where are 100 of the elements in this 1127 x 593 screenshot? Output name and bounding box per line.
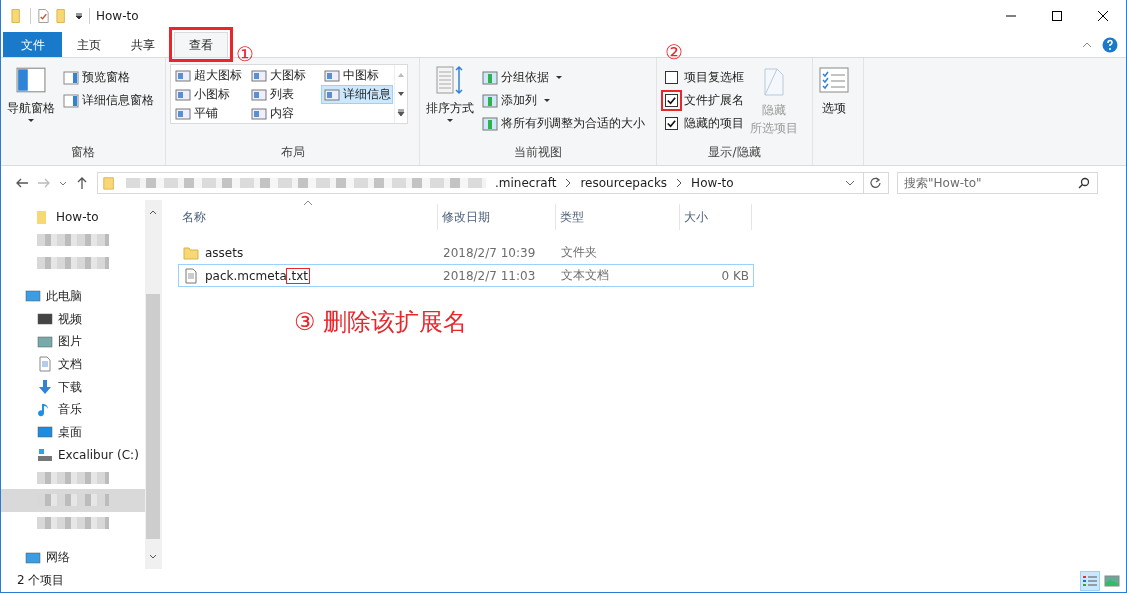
search-field[interactable]: 搜索"How-to" bbox=[897, 172, 1098, 194]
scrollbar-thumb[interactable] bbox=[146, 294, 160, 539]
scroll-down-icon[interactable] bbox=[397, 90, 405, 98]
annotation-text: ③ 删除该扩展名 bbox=[294, 307, 468, 338]
breadcrumb[interactable]: How-to bbox=[691, 176, 734, 190]
layout-option[interactable]: 详细信息 bbox=[321, 85, 393, 104]
network-icon bbox=[25, 549, 41, 566]
document-icon bbox=[183, 267, 199, 284]
ribbon-tab[interactable]: 共享 bbox=[116, 32, 170, 57]
file-row[interactable]: assets 2018/2/7 10:39 文件夹 bbox=[178, 241, 754, 264]
options-button[interactable]: 选项 bbox=[817, 63, 851, 165]
details-icon bbox=[1082, 573, 1098, 588]
columns-icon bbox=[482, 70, 498, 85]
folder-icon bbox=[183, 244, 199, 261]
customize-icon[interactable] bbox=[75, 12, 83, 20]
pane-icon bbox=[63, 70, 79, 85]
navigation-pane-icon bbox=[16, 65, 46, 95]
document-icon bbox=[37, 356, 53, 373]
file-row[interactable]: pack.mcmeta.txt 2018/2/7 11:03 文本文档 0 KB bbox=[178, 264, 754, 287]
date-cell-text: 2018/2/7 11:03 bbox=[442, 268, 537, 283]
window-title: How-to bbox=[96, 9, 139, 23]
sort-by-button[interactable]: 排序方式 bbox=[424, 63, 476, 144]
checkbox-label: 项目复选框 bbox=[684, 69, 744, 86]
navigation-pane-button[interactable]: 导航窗格 bbox=[5, 63, 57, 144]
nav-item[interactable]: 下载 bbox=[1, 375, 145, 399]
layout-option[interactable]: 超大图标 bbox=[172, 66, 248, 85]
nav-item[interactable]: 音乐 bbox=[1, 398, 145, 422]
view-button[interactable]: 分组依据 bbox=[480, 67, 647, 88]
layout-option[interactable]: 平铺 bbox=[172, 104, 248, 123]
layout-icon bbox=[324, 87, 340, 102]
view-button[interactable]: 将所有列调整为合适的大小 bbox=[480, 113, 647, 134]
up-icon[interactable] bbox=[75, 176, 89, 190]
search-icon bbox=[1078, 177, 1090, 189]
layout-option[interactable]: 中图标 bbox=[321, 66, 393, 85]
sort-icon bbox=[435, 65, 465, 95]
chevron-icon[interactable] bbox=[565, 178, 572, 188]
expand-gallery-icon[interactable] bbox=[397, 109, 405, 118]
size-cell-text: 0 KB bbox=[720, 268, 750, 283]
checkbox-label: 隐藏的项目 bbox=[684, 115, 744, 132]
breadcrumb[interactable]: resourcepacks bbox=[580, 176, 668, 190]
help-icon[interactable] bbox=[1102, 36, 1118, 53]
item-count: 2 个项目 bbox=[17, 572, 65, 589]
layout-icon bbox=[251, 106, 267, 121]
caret-icon bbox=[543, 98, 551, 103]
nav-item[interactable]: 此电脑 bbox=[1, 285, 145, 308]
layout-option[interactable]: 大图标 bbox=[248, 66, 321, 85]
checkbox[interactable] bbox=[665, 71, 678, 84]
column-header[interactable]: 类型 bbox=[556, 204, 680, 230]
options-icon bbox=[819, 65, 849, 95]
refresh-icon[interactable] bbox=[870, 177, 882, 189]
ribbon-tab[interactable]: 主页 bbox=[62, 32, 116, 57]
dropdown-icon[interactable] bbox=[845, 180, 855, 186]
caret-icon bbox=[27, 118, 35, 123]
pane-button[interactable]: 详细信息窗格 bbox=[61, 90, 156, 111]
chevron-icon[interactable] bbox=[676, 178, 683, 188]
address-bar[interactable]: .minecraft resourcepacks How-to bbox=[97, 172, 889, 194]
file-name: pack.mcmeta.txt bbox=[205, 268, 310, 283]
nav-item[interactable]: How-to bbox=[1, 206, 145, 229]
group-label: 当前视图 bbox=[513, 144, 563, 161]
view-button[interactable]: 添加列 bbox=[480, 90, 647, 111]
layout-option[interactable]: 小图标 bbox=[172, 85, 248, 104]
group-label: 布局 bbox=[279, 144, 306, 161]
layout-icon bbox=[251, 87, 267, 102]
type-cell-text: 文件夹 bbox=[560, 244, 598, 261]
nav-item[interactable]: 视频 bbox=[1, 307, 145, 331]
pane-button[interactable]: 预览窗格 bbox=[61, 67, 156, 88]
column-header[interactable]: 名称 bbox=[178, 204, 438, 230]
layout-option[interactable]: 内容 bbox=[248, 104, 321, 123]
column-header[interactable]: 大小 bbox=[680, 204, 752, 230]
layout-icon bbox=[251, 68, 267, 83]
scrollbar[interactable] bbox=[145, 200, 161, 569]
columns-icon bbox=[482, 93, 498, 108]
group-label: 窗格 bbox=[70, 144, 96, 161]
nav-item[interactable]: 图片 bbox=[1, 330, 145, 354]
checkbox[interactable] bbox=[665, 117, 678, 130]
layout-icon bbox=[175, 87, 191, 102]
annotation-number: ① bbox=[236, 42, 254, 66]
layout-option[interactable]: 列表 bbox=[248, 85, 321, 104]
type-cell-text: 文本文档 bbox=[560, 267, 610, 284]
download-icon bbox=[37, 379, 53, 396]
caret-icon bbox=[446, 118, 454, 123]
desktop-icon bbox=[37, 424, 53, 441]
recent-locations-icon[interactable] bbox=[59, 179, 67, 187]
nav-item[interactable]: 桌面 bbox=[1, 421, 145, 444]
back-icon[interactable] bbox=[15, 176, 29, 190]
drive-icon bbox=[37, 447, 53, 464]
column-header[interactable]: 修改日期 bbox=[438, 204, 556, 230]
ribbon-tab[interactable]: 文件 bbox=[3, 32, 62, 57]
layout-icon bbox=[324, 68, 340, 83]
nav-item[interactable]: 文档 bbox=[1, 353, 145, 376]
nav-item[interactable]: Excalibur (C:) bbox=[1, 443, 145, 467]
pane-icon bbox=[63, 93, 79, 108]
checkbox-label: 文件扩展名 bbox=[684, 92, 744, 109]
image-icon bbox=[37, 333, 53, 350]
layout-icon bbox=[175, 68, 191, 83]
details-view-button[interactable] bbox=[1080, 570, 1100, 591]
breadcrumb[interactable]: .minecraft bbox=[495, 176, 557, 190]
computer-icon bbox=[25, 288, 41, 305]
properties-icon[interactable] bbox=[37, 8, 50, 24]
nav-item[interactable]: 网络 bbox=[1, 546, 145, 570]
